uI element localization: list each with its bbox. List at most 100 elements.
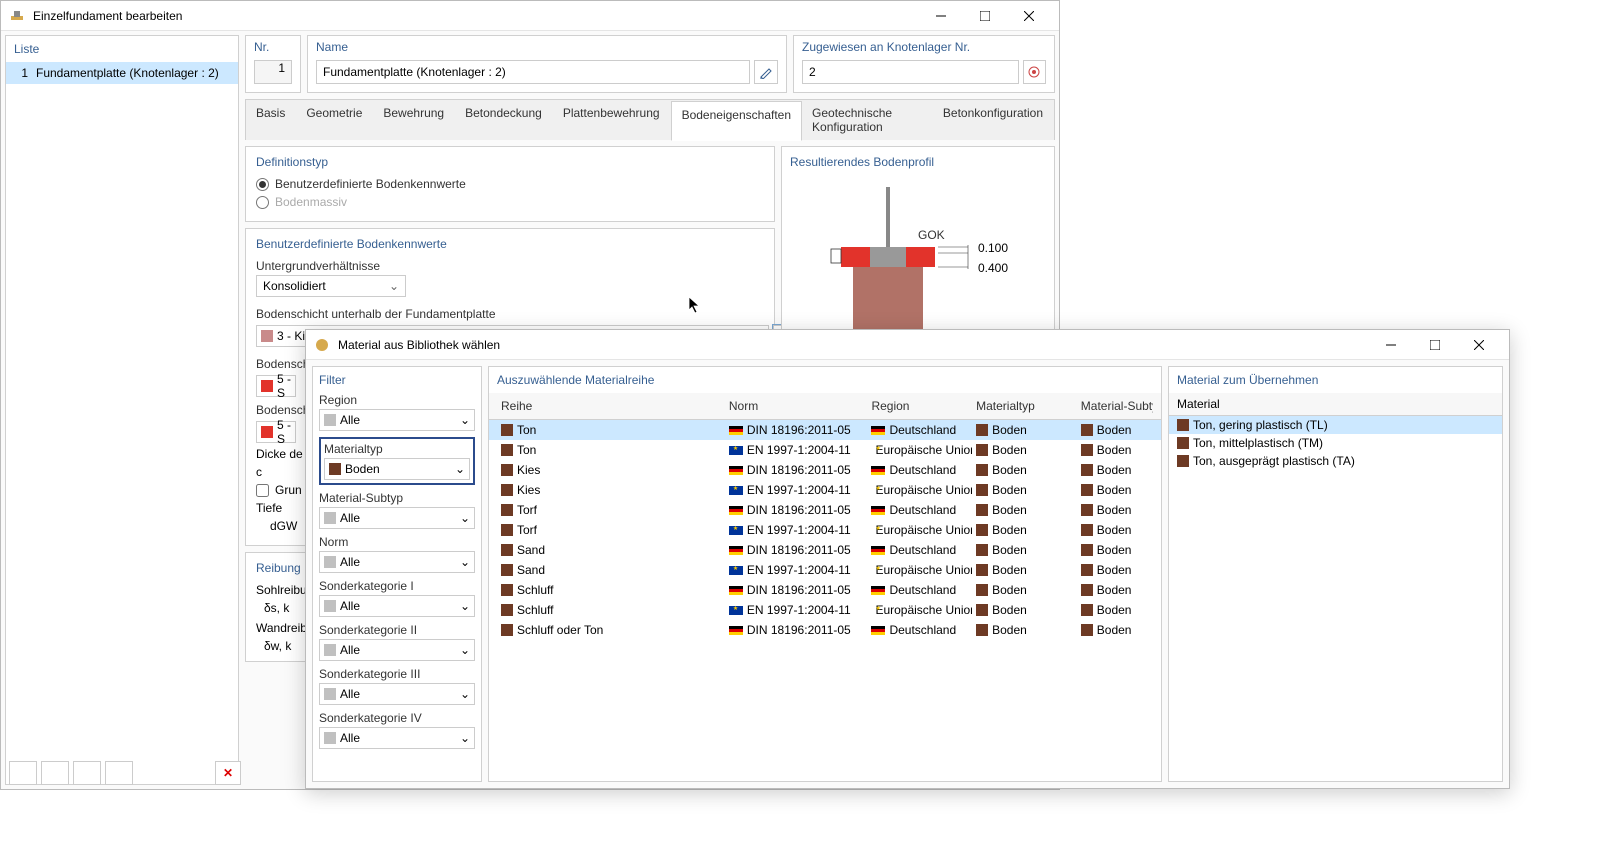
grun-checkbox[interactable] <box>256 484 269 497</box>
lib-close-button[interactable] <box>1457 330 1501 360</box>
norm-select[interactable]: Alle ⌄ <box>319 551 475 573</box>
tab-bewehrung[interactable]: Bewehrung <box>373 100 455 140</box>
list-item[interactable]: 1 Fundamentplatte (Knotenlager : 2) <box>6 62 238 84</box>
sk4-label: Sonderkategorie IV <box>319 711 475 725</box>
region-select[interactable]: Alle ⌄ <box>319 409 475 431</box>
tab-betondeckung[interactable]: Betondeckung <box>455 100 553 140</box>
toolbar-btn-2[interactable] <box>41 761 69 785</box>
layer-2-select[interactable]: 5 - S <box>256 375 296 397</box>
swatch-icon <box>501 484 513 496</box>
radio-user-defined[interactable]: Benutzerdefinierte Bodenkennwerte <box>256 177 764 191</box>
radio-soil-massif[interactable]: Bodenmassiv <box>256 195 764 209</box>
maximize-button[interactable] <box>963 1 1007 31</box>
toolbar-btn-4[interactable] <box>105 761 133 785</box>
flag-icon <box>729 506 743 515</box>
tabs-bar: BasisGeometrieBewehrungBetondeckungPlatt… <box>245 99 1055 140</box>
list-header: Liste <box>6 36 238 62</box>
nr-box: Nr. 1 <box>245 35 301 93</box>
name-input[interactable] <box>316 60 750 84</box>
swatch-icon <box>1177 455 1189 467</box>
close-button[interactable] <box>1007 1 1051 31</box>
chevron-down-icon: ⌄ <box>460 731 470 745</box>
swatch-icon <box>976 584 988 596</box>
table-row[interactable]: SandDIN 18196:2011-05DeutschlandBodenBod… <box>489 540 1161 560</box>
list-panel: Liste 1 Fundamentplatte (Knotenlager : 2… <box>5 35 239 785</box>
sk4-select[interactable]: Alle ⌄ <box>319 727 475 749</box>
toolbar-btn-3[interactable] <box>73 761 101 785</box>
th-mtyp[interactable]: Materialtyp <box>972 397 1077 415</box>
swatch-icon <box>1081 484 1093 496</box>
assigned-label: Zugewiesen an Knotenlager Nr. <box>802 40 1046 54</box>
chevron-down-icon: ⌄ <box>455 462 465 476</box>
material-table: Auszuwählende Materialreihe Reihe Norm R… <box>488 366 1162 782</box>
th-norm[interactable]: Norm <box>725 397 868 415</box>
table-row[interactable]: SandEN 1997-1:2004-11Europäische UnionBo… <box>489 560 1161 580</box>
flag-icon <box>871 586 885 595</box>
table-row[interactable]: KiesEN 1997-1:2004-11Europäische UnionBo… <box>489 480 1161 500</box>
swatch-icon <box>501 444 513 456</box>
table-header: Reihe Norm Region Materialtyp Material-S… <box>489 393 1161 420</box>
take-row[interactable]: Ton, gering plastisch (TL) <box>1169 416 1502 434</box>
table-row[interactable]: SchluffEN 1997-1:2004-11Europäische Unio… <box>489 600 1161 620</box>
th-region[interactable]: Region <box>867 397 972 415</box>
swatch-icon <box>1081 524 1093 536</box>
take-row[interactable]: Ton, mittelplastisch (TM) <box>1169 434 1502 452</box>
assigned-input[interactable] <box>802 60 1019 84</box>
user-soil-title: Benutzerdefinierte Bodenkennwerte <box>256 237 764 251</box>
th-msub[interactable]: Material-Subty <box>1077 397 1153 415</box>
pick-node-button[interactable] <box>1023 60 1046 84</box>
table-row[interactable]: TonDIN 18196:2011-05DeutschlandBodenBode… <box>489 420 1161 440</box>
table-row[interactable]: TorfDIN 18196:2011-05DeutschlandBodenBod… <box>489 500 1161 520</box>
swatch-icon <box>501 544 513 556</box>
radio-icon <box>256 196 269 209</box>
lib-icon <box>314 337 330 353</box>
chevron-down-icon: ⌄ <box>460 599 470 613</box>
name-box: Name <box>307 35 787 93</box>
tab-geometrie[interactable]: Geometrie <box>296 100 373 140</box>
table-row[interactable]: SchluffDIN 18196:2011-05DeutschlandBoden… <box>489 580 1161 600</box>
svg-text:GOK: GOK <box>918 228 945 242</box>
table-row[interactable]: TorfEN 1997-1:2004-11Europäische UnionBo… <box>489 520 1161 540</box>
swatch-icon <box>976 544 988 556</box>
name-label: Name <box>316 40 778 54</box>
table-row[interactable]: KiesDIN 18196:2011-05DeutschlandBodenBod… <box>489 460 1161 480</box>
swatch-icon <box>976 624 988 636</box>
sk3-select[interactable]: Alle ⌄ <box>319 683 475 705</box>
swatch-icon <box>1081 504 1093 516</box>
radio-icon <box>256 178 269 191</box>
swatch-icon <box>976 604 988 616</box>
norm-label: Norm <box>319 535 475 549</box>
lib-maximize-button[interactable] <box>1413 330 1457 360</box>
layer-below-label: Bodenschicht unterhalb der Fundamentplat… <box>256 307 764 321</box>
chevron-down-icon: ⌄ <box>389 279 399 293</box>
lib-minimize-button[interactable] <box>1369 330 1413 360</box>
definition-type-card: Definitionstyp Benutzerdefinierte Bodenk… <box>245 146 775 222</box>
chevron-down-icon: ⌄ <box>460 413 470 427</box>
tab-plattenbewehrung[interactable]: Plattenbewehrung <box>553 100 671 140</box>
flag-icon <box>729 486 743 495</box>
msub-select[interactable]: Alle ⌄ <box>319 507 475 529</box>
toolbar-btn-1[interactable] <box>9 761 37 785</box>
table-row[interactable]: TonEN 1997-1:2004-11Europäische UnionBod… <box>489 440 1161 460</box>
underground-select[interactable]: Konsolidiert ⌄ <box>256 275 406 297</box>
swatch-icon <box>1081 544 1093 556</box>
flag-icon <box>729 586 743 595</box>
th-reihe[interactable]: Reihe <box>497 397 725 415</box>
swatch-icon <box>976 504 988 516</box>
mtype-select[interactable]: Boden ⌄ <box>324 458 470 480</box>
swatch-icon <box>501 424 513 436</box>
tab-basis[interactable]: Basis <box>246 100 296 140</box>
sk1-select[interactable]: Alle ⌄ <box>319 595 475 617</box>
minimize-button[interactable] <box>919 1 963 31</box>
edit-name-button[interactable] <box>754 60 778 84</box>
take-row[interactable]: Ton, ausgeprägt plastisch (TA) <box>1169 452 1502 470</box>
sk2-select[interactable]: Alle ⌄ <box>319 639 475 661</box>
table-row[interactable]: Schluff oder TonDIN 18196:2011-05Deutsch… <box>489 620 1161 640</box>
tab-bodeneigenschaften[interactable]: Bodeneigenschaften <box>671 101 802 141</box>
swatch-icon <box>976 484 988 496</box>
tab-geotechnische-konfiguration[interactable]: Geotechnische Konfiguration <box>802 100 933 140</box>
tab-betonkonfiguration[interactable]: Betonkonfiguration <box>933 100 1054 140</box>
layer-3-select[interactable]: 5 - S <box>256 421 296 443</box>
swatch-icon <box>1177 437 1189 449</box>
delete-button[interactable]: ✕ <box>215 761 241 785</box>
